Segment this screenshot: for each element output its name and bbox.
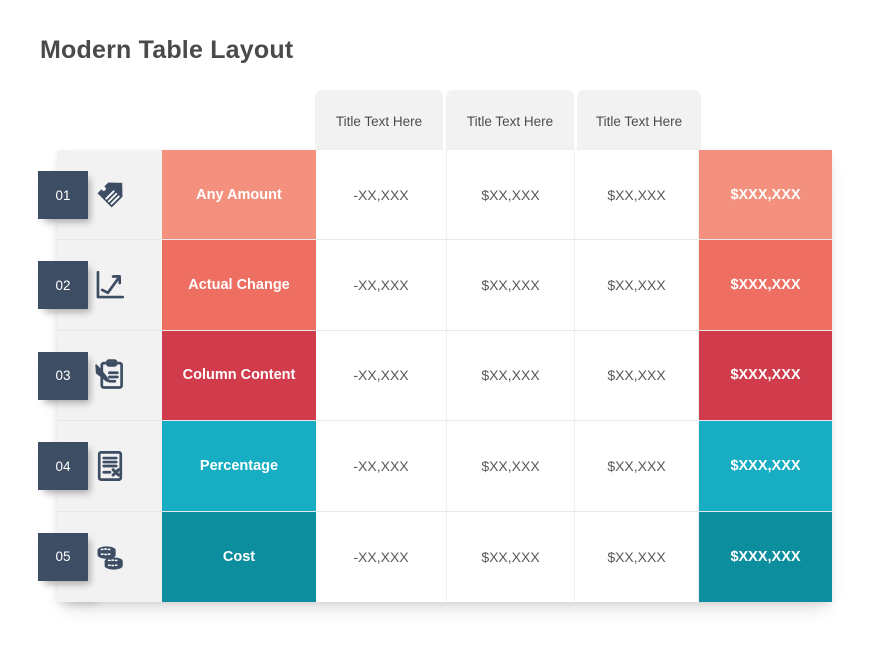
cell-value: -XX,XXX xyxy=(316,330,447,421)
row-number-badge: 03 xyxy=(38,351,88,400)
row-total: $XXX,XXX xyxy=(699,150,832,240)
cell-value: $XX,XXX xyxy=(575,240,699,330)
cell-value: $XX,XXX xyxy=(447,240,575,330)
cell-value: $XX,XXX xyxy=(447,511,575,602)
table-row: Actual Change -XX,XXX $XX,XXX $XX,XXX $XXX,X… xyxy=(57,240,832,331)
column-header-2[interactable]: Title Text Here xyxy=(446,90,574,152)
column-header-1[interactable]: Title Text Here xyxy=(315,90,443,152)
row-number-badge: 04 xyxy=(38,442,88,491)
cell-value: $XX,XXX xyxy=(575,330,699,421)
row-number-badge: 01 xyxy=(38,171,88,219)
row-total: $XXX,XXX xyxy=(699,421,832,511)
coins-stack-icon xyxy=(93,540,127,574)
line-chart-icon xyxy=(93,268,127,302)
cell-value: -XX,XXX xyxy=(316,421,447,511)
row-number-badge: 05 xyxy=(38,532,88,581)
row-label: Percentage xyxy=(162,421,316,511)
table-row: Any Amount -XX,XXX $XX,XXX $XX,XXX $XXX,XXX xyxy=(57,150,832,241)
row-label: Actual Change xyxy=(162,240,316,330)
page-title: Modern Table Layout xyxy=(40,36,294,64)
cell-value: -XX,XXX xyxy=(316,240,447,330)
table-card: Any Amount -XX,XXX $XX,XXX $XX,XXX $XXX,XXX A… xyxy=(57,150,832,602)
row-total: $XXX,XXX xyxy=(699,240,832,330)
cell-value: -XX,XXX xyxy=(316,511,447,602)
clipboard-pencil-icon xyxy=(93,358,127,392)
row-label: Column Content xyxy=(162,330,316,421)
row-total: $XXX,XXX xyxy=(699,511,832,602)
cell-value: $XX,XXX xyxy=(575,511,699,602)
row-label: Cost xyxy=(162,511,316,602)
cell-value: $XX,XXX xyxy=(575,150,699,240)
column-header-3[interactable]: Title Text Here xyxy=(577,90,701,152)
cell-value: -XX,XXX xyxy=(316,150,447,240)
price-tag-icon xyxy=(93,178,127,212)
document-x-icon xyxy=(93,449,127,483)
row-number-badge: 02 xyxy=(38,261,88,310)
cell-value: $XX,XXX xyxy=(575,421,699,511)
table-row: Column Content -XX,XXX $XX,XXX $XX,XXX $XXX,… xyxy=(57,330,832,422)
table-row: Cost -XX,XXX $XX,XXX $XX,XXX $XXX,XXX xyxy=(57,511,832,602)
table-rows: Any Amount -XX,XXX $XX,XXX $XX,XXX $XXX,XXX A… xyxy=(57,150,832,602)
row-label: Any Amount xyxy=(162,150,316,240)
cell-value: $XX,XXX xyxy=(447,421,575,511)
table-header-row: Title Text Here Title Text Here Title Te… xyxy=(315,90,704,152)
cell-value: $XX,XXX xyxy=(447,330,575,421)
row-total: $XXX,XXX xyxy=(699,330,832,421)
table-row: Percentage -XX,XXX $XX,XXX $XX,XXX $XXX,XXX xyxy=(57,421,832,512)
cell-value: $XX,XXX xyxy=(447,150,575,240)
